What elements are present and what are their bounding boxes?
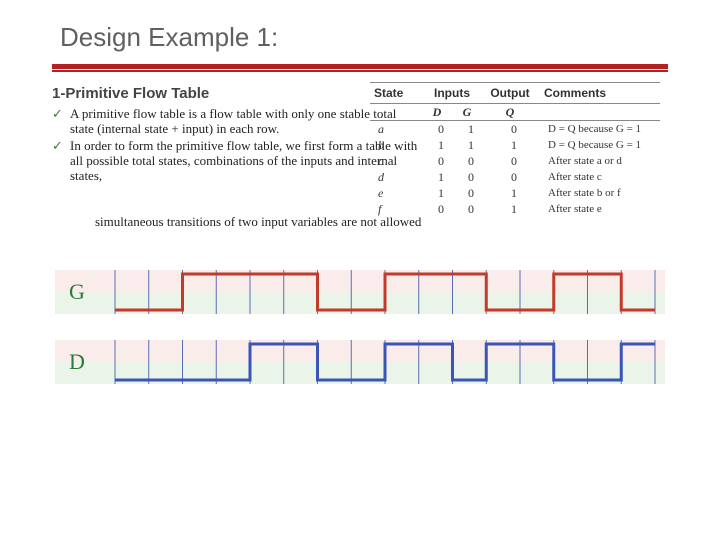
subcol-D: D <box>422 105 452 120</box>
cell-G: 0 <box>456 154 486 169</box>
list-item: ✓ In order to form the primitive flow ta… <box>52 138 422 183</box>
cell-Q: 1 <box>486 186 542 201</box>
cell-G: 1 <box>456 138 486 153</box>
cell-G: 0 <box>456 170 486 185</box>
cell-G: 0 <box>456 202 486 217</box>
page-title: Design Example 1: <box>60 22 278 53</box>
cell-D: 1 <box>426 186 456 201</box>
cell-comment: D = Q because G = 1 <box>542 123 660 135</box>
cell-D: 0 <box>426 202 456 217</box>
cell-D: 0 <box>426 154 456 169</box>
divider-thin <box>52 70 668 72</box>
cell-D: 1 <box>426 138 456 153</box>
cell-comment: D = Q because G = 1 <box>542 139 660 151</box>
state-table: State Inputs Output Comments D G Q a010D… <box>370 82 660 217</box>
table-row: c000After state a or d <box>370 153 660 169</box>
table-row: b111D = Q because G = 1 <box>370 137 660 153</box>
cell-Q: 0 <box>486 170 542 185</box>
list-item: ✓ A primitive flow table is a flow table… <box>52 106 422 136</box>
cell-state: b <box>370 138 426 153</box>
wave-svg-G <box>55 270 665 314</box>
bullet-list: ✓ A primitive flow table is a flow table… <box>52 106 422 185</box>
cell-Q: 1 <box>486 202 542 217</box>
check-icon: ✓ <box>52 138 70 183</box>
table-header-row: State Inputs Output Comments <box>370 82 660 104</box>
table-row: f001After state e <box>370 201 660 217</box>
table-subheader-row: D G Q <box>370 104 660 121</box>
cell-comment: After state a or d <box>542 155 660 167</box>
check-icon: ✓ <box>52 106 70 136</box>
table-row: d100After state c <box>370 169 660 185</box>
table-row: a010D = Q because G = 1 <box>370 121 660 137</box>
divider-thick <box>52 64 668 69</box>
col-header-output: Output <box>482 86 538 100</box>
cell-G: 0 <box>456 186 486 201</box>
timing-band-G: G <box>55 270 665 314</box>
col-header-state: State <box>370 86 422 100</box>
table-row: e101After state b or f <box>370 185 660 201</box>
cell-Q: 1 <box>486 138 542 153</box>
wave-svg-D <box>55 340 665 384</box>
cell-comment: After state c <box>542 171 660 183</box>
table-body: a010D = Q because G = 1b111D = Q because… <box>370 121 660 217</box>
cell-state: d <box>370 170 426 185</box>
section-heading: 1-Primitive Flow Table <box>52 85 209 102</box>
section-heading-text: 1-Primitive Flow Table <box>52 85 209 102</box>
subcol-G: G <box>452 105 482 120</box>
cell-comment: After state b or f <box>542 187 660 199</box>
cell-state: a <box>370 122 426 137</box>
cell-D: 0 <box>426 122 456 137</box>
cell-G: 1 <box>456 122 486 137</box>
timing-band-D: D <box>55 340 665 384</box>
cell-comment: After state e <box>542 203 660 215</box>
cell-Q: 0 <box>486 122 542 137</box>
cell-state: e <box>370 186 426 201</box>
col-header-inputs: Inputs <box>422 86 482 100</box>
cell-state: c <box>370 154 426 169</box>
subcol-Q: Q <box>482 105 538 120</box>
cell-D: 1 <box>426 170 456 185</box>
cell-Q: 0 <box>486 154 542 169</box>
col-header-comments: Comments <box>538 86 660 100</box>
cell-state: f <box>370 202 426 217</box>
